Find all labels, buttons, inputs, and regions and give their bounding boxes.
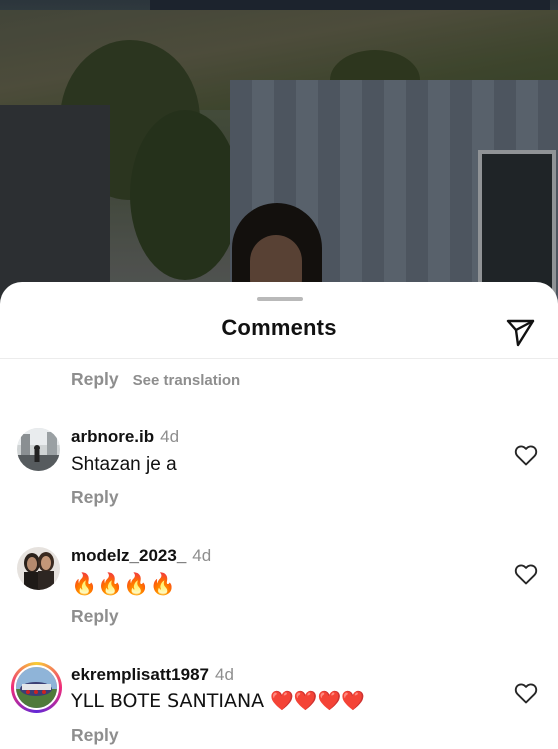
heart-outline-icon bbox=[514, 445, 538, 466]
comment-actions: Reply bbox=[71, 725, 119, 746]
comment-text: Shtazan je a bbox=[71, 454, 177, 475]
drag-handle[interactable] bbox=[257, 297, 303, 301]
reply-button[interactable]: Reply bbox=[71, 487, 119, 508]
share-button[interactable] bbox=[502, 312, 538, 348]
heart-emoji: ❤️ bbox=[341, 690, 365, 712]
comment-actions: Reply bbox=[71, 487, 119, 508]
avatar[interactable] bbox=[17, 547, 60, 590]
header-divider bbox=[0, 358, 558, 359]
like-button[interactable] bbox=[514, 682, 538, 704]
timestamp: 4d bbox=[214, 665, 234, 684]
comment-text-body: YLL BOTE SANTIANA ❤️❤️❤️❤️ bbox=[71, 690, 365, 712]
paper-plane-icon bbox=[506, 319, 535, 347]
like-button[interactable] bbox=[514, 563, 538, 585]
comment-header: ekremplisatt1987 4d bbox=[71, 665, 234, 685]
heart-outline-icon bbox=[514, 564, 538, 585]
username-link[interactable]: arbnore.ib bbox=[71, 427, 154, 446]
heart-outline-icon bbox=[514, 683, 538, 704]
comment-header: modelz_2023_ 4d bbox=[71, 546, 211, 566]
timestamp: 4d bbox=[160, 427, 180, 446]
comments-sheet: Comments Reply See translation arbnore.i… bbox=[0, 282, 558, 749]
username-link[interactable]: ekremplisatt1987 bbox=[71, 665, 209, 684]
heart-emoji: ❤️ bbox=[317, 690, 342, 712]
like-button[interactable] bbox=[514, 444, 538, 466]
sheet-title: Comments bbox=[221, 315, 337, 340]
comment-actions: Reply bbox=[71, 606, 119, 627]
avatar[interactable] bbox=[17, 428, 60, 471]
comment-header: arbnore.ib 4d bbox=[71, 427, 179, 447]
reply-button[interactable]: Reply bbox=[71, 725, 119, 746]
see-translation-button[interactable]: See translation bbox=[133, 372, 241, 389]
comment-text: YLL BOTE SANTIANA ❤️❤️❤️❤️ bbox=[71, 689, 365, 712]
heart-emoji: ❤️ bbox=[293, 690, 318, 712]
username-link[interactable]: modelz_2023_ bbox=[71, 546, 186, 565]
reply-button[interactable]: Reply bbox=[71, 606, 119, 627]
timestamp: 4d bbox=[192, 546, 212, 565]
heart-emoji: ❤️ bbox=[270, 690, 294, 712]
reply-button[interactable]: Reply bbox=[71, 369, 119, 390]
comment-text: 🔥🔥🔥🔥 bbox=[71, 572, 176, 596]
previous-comment-actions: Reply See translation bbox=[71, 369, 240, 390]
story-ring-avatar[interactable] bbox=[11, 662, 62, 713]
